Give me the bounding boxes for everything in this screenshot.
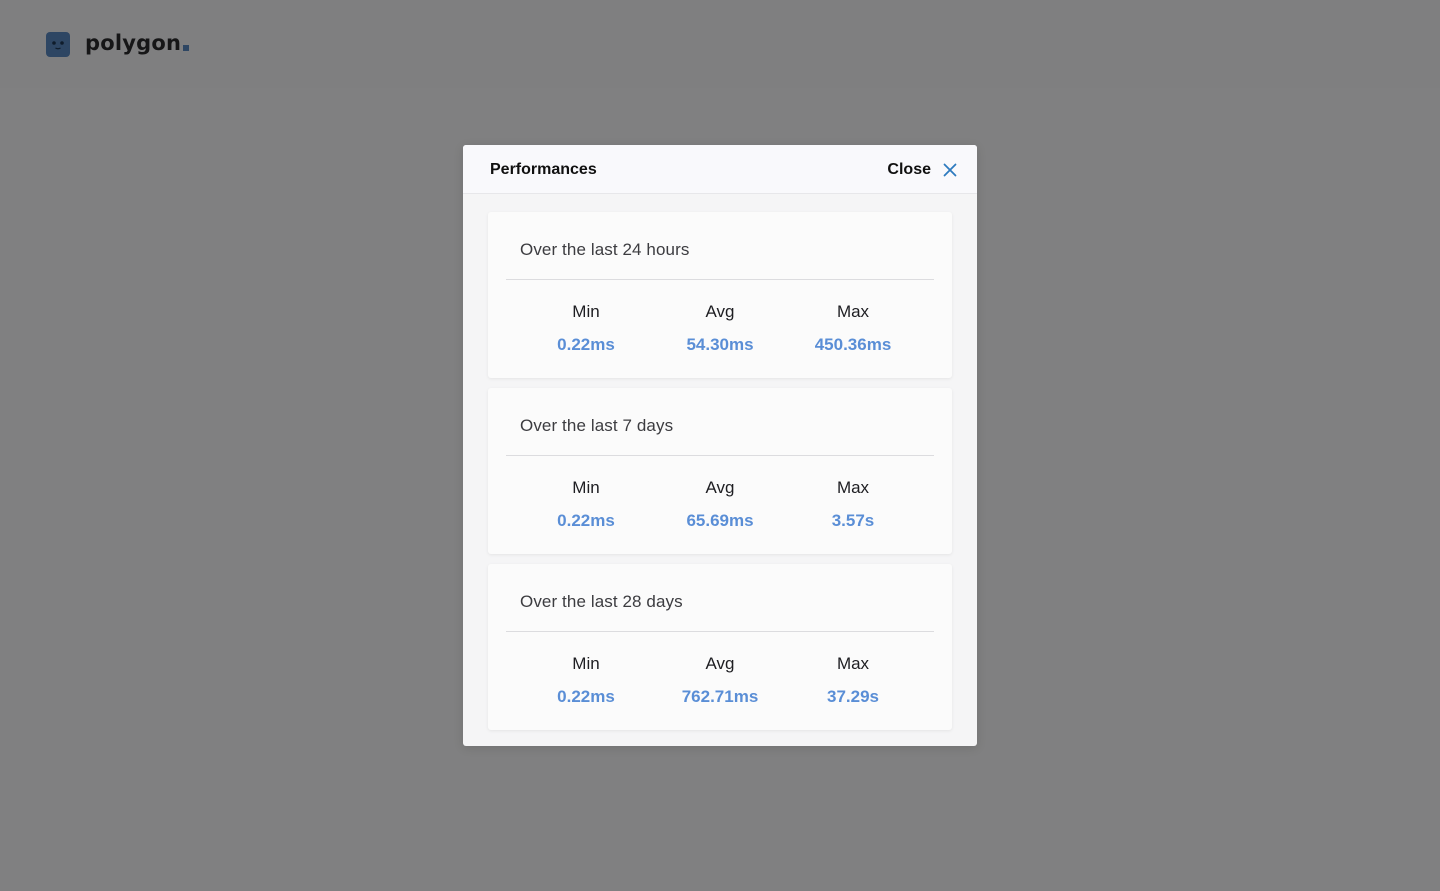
close-label: Close [887,161,931,178]
stat-value: 762.71ms [681,687,759,706]
stat-max: Max 450.36ms [793,302,913,355]
logo-wordmark: polygon [85,31,182,55]
stat-value: 0.22ms [557,511,615,530]
stat-label: Avg [705,478,735,497]
performance-card-7d: Over the last 7 days Min 0.22ms Avg 65.6… [488,388,952,554]
logo-dot [183,45,190,51]
card-title: Over the last 7 days [520,416,674,435]
stat-avg: Avg 65.69ms [660,478,780,531]
stat-value: 54.30ms [686,335,754,354]
stat-label: Avg [705,654,735,673]
stat-label: Max [836,654,870,673]
stat-max: Max 37.29s [793,654,913,707]
stat-label: Min [572,654,600,673]
logo-text: polygon [85,31,190,55]
performance-card-28d: Over the last 28 days Min 0.22ms Avg 762… [488,564,952,730]
stat-label: Avg [705,302,735,321]
polygon-logo-icon [46,31,70,57]
app-logo[interactable]: polygon [46,31,190,57]
card-divider [506,631,934,632]
stat-value: 37.29s [827,687,879,706]
card-divider [506,455,934,456]
card-divider [506,279,934,280]
stat-label: Min [572,302,600,321]
stat-max: Max 3.57s [793,478,913,531]
card-title: Over the last 28 days [520,592,683,611]
stat-value: 450.36ms [814,335,892,354]
stat-value: 0.22ms [557,335,615,354]
performance-card-24h: Over the last 24 hours Min 0.22ms Avg 54… [488,212,952,378]
stat-min: Min 0.22ms [526,654,646,707]
stat-avg: Avg 762.71ms [660,654,780,707]
stat-label: Max [836,478,870,497]
close-button[interactable]: Close [887,159,957,181]
stat-value: 3.57s [831,511,875,530]
modal-title: Performances [490,161,597,178]
modal-header: Performances Close [463,145,977,194]
stat-value: 65.69ms [686,511,754,530]
close-icon [943,163,957,177]
stat-value: 0.22ms [557,687,615,706]
stat-label: Min [572,478,600,497]
performances-modal: Performances Close Over the last 24 hour… [463,145,977,746]
card-title: Over the last 24 hours [520,240,690,259]
stat-min: Min 0.22ms [526,478,646,531]
stat-label: Max [836,302,870,321]
top-bar: polygon [0,0,1440,88]
stat-min: Min 0.22ms [526,302,646,355]
stat-avg: Avg 54.30ms [660,302,780,355]
